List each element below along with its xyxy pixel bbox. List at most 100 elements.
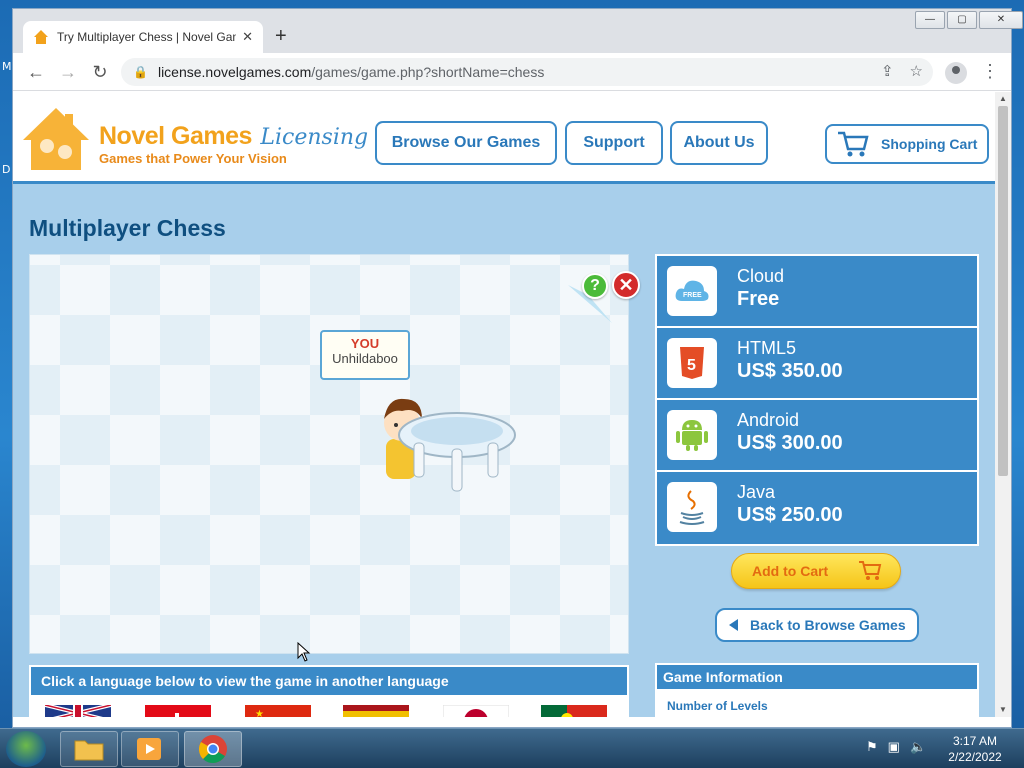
desktop-edge-label: M bbox=[2, 60, 12, 73]
forward-arrow-icon[interactable]: → bbox=[57, 61, 79, 83]
flag-spain-icon[interactable] bbox=[343, 705, 409, 717]
logo-tagline: Games that Power Your Vision bbox=[99, 151, 287, 166]
profile-avatar-icon[interactable] bbox=[945, 62, 967, 84]
shopping-cart-icon bbox=[838, 131, 869, 157]
cart-icon bbox=[859, 561, 882, 580]
tab-close-icon[interactable]: ✕ bbox=[242, 29, 253, 45]
flag-portugal-icon[interactable] bbox=[541, 705, 607, 717]
taskbar-media-player[interactable] bbox=[121, 731, 179, 767]
shopping-cart-label: Shopping Cart bbox=[881, 136, 978, 152]
price-row-android[interactable]: Android US$ 300.00 bbox=[657, 400, 977, 472]
svg-text:★: ★ bbox=[255, 709, 264, 717]
platform-price: US$ 350.00 bbox=[737, 360, 843, 382]
desktop-edge-label: D bbox=[2, 163, 11, 176]
player-avatar-at-table[interactable] bbox=[382, 383, 532, 503]
clock-date: 2/22/2022 bbox=[948, 750, 1002, 764]
browser-window: Try Multiplayer Chess | Novel Games ✕ + … bbox=[12, 8, 1023, 728]
novelgames-logo-icon[interactable] bbox=[21, 106, 91, 172]
platform-name: Java bbox=[737, 482, 776, 502]
reload-icon[interactable]: ↻ bbox=[89, 61, 111, 83]
page-title: Multiplayer Chess bbox=[29, 215, 226, 241]
game-info-header: Game Information bbox=[655, 663, 979, 691]
scroll-down-icon[interactable]: ▼ bbox=[999, 705, 1007, 714]
folder-icon bbox=[74, 740, 104, 761]
close-window-button[interactable]: ✕ bbox=[979, 11, 1023, 29]
bookmark-star-icon[interactable]: ☆ bbox=[910, 62, 923, 80]
platform-price: Free bbox=[737, 288, 780, 310]
taskbar: ⚑ ▣ 🔈 3:17 AM 2/22/2022 bbox=[0, 728, 1024, 768]
price-row-html5[interactable]: 5 HTML5 US$ 350.00 bbox=[657, 328, 977, 400]
game-info-body: Number of Levels bbox=[655, 691, 979, 717]
add-to-cart-button[interactable]: Add to Cart bbox=[731, 553, 901, 589]
logo-text: Novel Games Licensing Games that Power Y… bbox=[99, 122, 368, 166]
price-row-java[interactable]: Java US$ 250.00 bbox=[657, 472, 977, 544]
tab-chess[interactable]: Try Multiplayer Chess | Novel Games ✕ bbox=[23, 21, 263, 53]
logo-licensing-text: Licensing bbox=[260, 125, 369, 150]
back-arrow-icon[interactable]: ← bbox=[25, 61, 47, 83]
browser-toolbar: ← → ↻ 🔒 license.novelgames.com /games/ga… bbox=[13, 53, 1011, 91]
nav-browse-games[interactable]: Browse Our Games bbox=[375, 121, 557, 165]
logo-main-text: Novel Games bbox=[99, 122, 252, 150]
platform-price: US$ 250.00 bbox=[737, 504, 843, 526]
back-to-browse-button[interactable]: Back to Browse Games bbox=[715, 608, 919, 642]
lock-icon: 🔒 bbox=[133, 65, 148, 79]
language-bar: Click a language below to view the game … bbox=[29, 665, 629, 697]
platform-name: Cloud bbox=[737, 266, 785, 286]
scrollbar-thumb[interactable] bbox=[998, 106, 1008, 476]
platform-price: US$ 300.00 bbox=[737, 432, 843, 454]
menu-kebab-icon[interactable]: ⋮ bbox=[981, 61, 999, 82]
network-icon[interactable]: ▣ bbox=[888, 739, 900, 755]
media-player-icon bbox=[137, 738, 161, 760]
flag-china-icon[interactable]: ★ bbox=[245, 705, 311, 717]
game-canvas[interactable]: ? ✕ YOU Unhildaboo bbox=[29, 254, 640, 654]
price-row-cloud[interactable]: FREE Cloud Free bbox=[657, 256, 977, 328]
maximize-button[interactable]: ▢ bbox=[947, 11, 977, 29]
android-icon bbox=[667, 410, 717, 460]
platform-name: Android bbox=[737, 410, 800, 430]
address-bar[interactable]: 🔒 license.novelgames.com /games/game.php… bbox=[121, 58, 933, 86]
scroll-up-icon[interactable]: ▲ bbox=[999, 94, 1007, 103]
close-game-button[interactable]: ✕ bbox=[612, 271, 640, 299]
game-info-label: Number of Levels bbox=[667, 699, 768, 713]
flag-japan-icon[interactable] bbox=[443, 705, 509, 717]
mouse-cursor-icon bbox=[297, 642, 311, 662]
back-to-browse-label: Back to Browse Games bbox=[750, 617, 906, 633]
page-viewport: Novel Games Licensing Games that Power Y… bbox=[13, 92, 995, 717]
back-triangle-icon bbox=[729, 619, 738, 631]
share-icon[interactable]: ⇪ bbox=[881, 62, 894, 80]
taskbar-chrome[interactable] bbox=[184, 731, 242, 767]
start-button[interactable] bbox=[6, 731, 46, 767]
volume-icon[interactable]: 🔈 bbox=[910, 739, 926, 755]
url-host: license.novelgames.com bbox=[157, 64, 312, 80]
tab-bar: Try Multiplayer Chess | Novel Games ✕ + … bbox=[13, 9, 1023, 53]
help-button[interactable]: ? bbox=[582, 273, 608, 299]
add-to-cart-label: Add to Cart bbox=[752, 563, 829, 579]
pricing-panel: FREE Cloud Free 5 HTML5 US$ 350.00 Andro… bbox=[655, 254, 979, 546]
html5-icon: 5 bbox=[667, 338, 717, 388]
chrome-icon bbox=[199, 735, 227, 764]
site-header: Novel Games Licensing Games that Power Y… bbox=[13, 92, 995, 184]
nav-support[interactable]: Support bbox=[565, 121, 663, 165]
url-path: /games/game.php?shortName=chess bbox=[311, 64, 545, 80]
system-tray: ⚑ ▣ 🔈 bbox=[866, 739, 926, 755]
taskbar-explorer[interactable] bbox=[60, 731, 118, 767]
svg-text:FREE: FREE bbox=[683, 292, 702, 299]
shopping-cart-button[interactable]: Shopping Cart bbox=[825, 124, 989, 164]
platform-name: HTML5 bbox=[737, 338, 797, 358]
action-center-icon[interactable]: ⚑ bbox=[866, 739, 878, 755]
java-icon bbox=[667, 482, 717, 532]
page-scrollbar[interactable]: ▲ ▼ bbox=[995, 92, 1011, 717]
cloud-icon: FREE bbox=[667, 266, 717, 316]
taskbar-clock[interactable]: 3:17 AM 2/22/2022 bbox=[940, 733, 1010, 765]
player-name: Unhildaboo bbox=[332, 351, 398, 366]
novelgames-favicon-icon bbox=[34, 30, 48, 44]
flag-turkey-icon[interactable] bbox=[145, 705, 211, 717]
clock-time: 3:17 AM bbox=[952, 734, 998, 748]
minimize-button[interactable]: — bbox=[915, 11, 945, 29]
window-controls: — ▢ ✕ bbox=[915, 11, 1023, 29]
svg-text:5: 5 bbox=[687, 357, 696, 374]
player-tag: YOU bbox=[350, 336, 380, 351]
nav-about-us[interactable]: About Us bbox=[670, 121, 768, 165]
new-tab-button[interactable]: + bbox=[275, 25, 287, 47]
flag-uk-icon[interactable] bbox=[45, 705, 111, 717]
